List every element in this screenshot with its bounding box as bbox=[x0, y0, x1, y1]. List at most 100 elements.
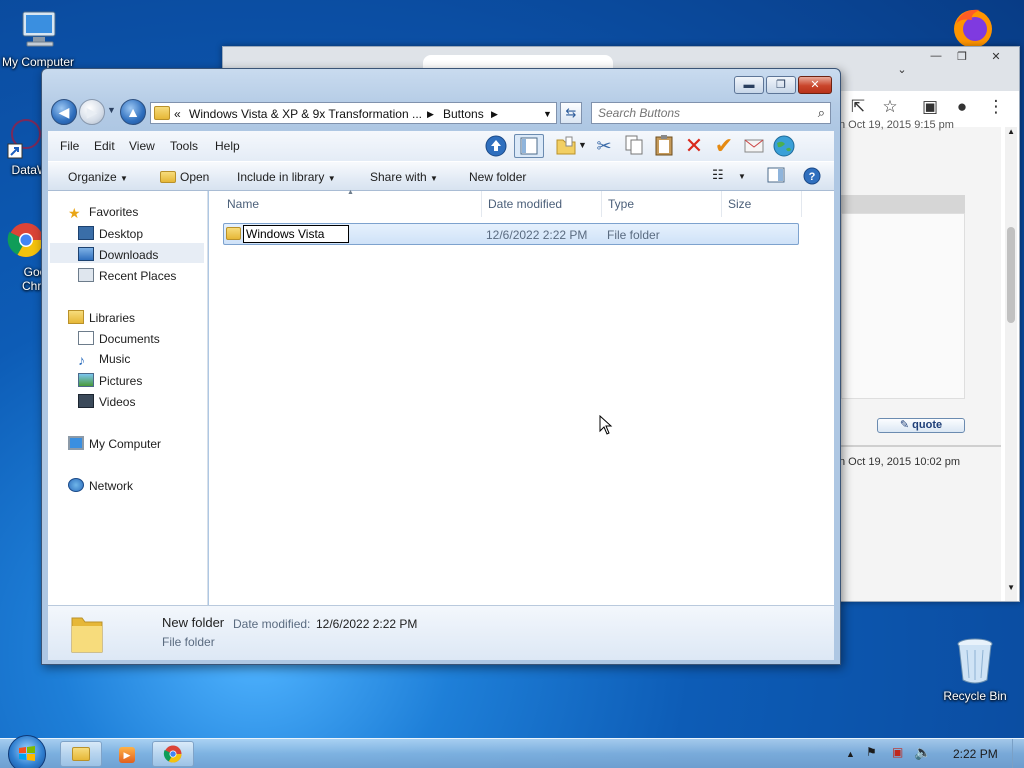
quote-button[interactable]: ✎ quote bbox=[877, 418, 965, 433]
nav-label: Downloads bbox=[99, 248, 159, 262]
menu-help[interactable]: Help bbox=[215, 139, 240, 153]
show-desktop-button[interactable] bbox=[1012, 739, 1024, 768]
menu-file[interactable]: File bbox=[60, 139, 79, 153]
explorer-window[interactable]: ▬ ❐ ✕ ◀ ▶ ▼ ▲ « Windows Vista & XP & 9x … bbox=[41, 68, 841, 665]
copy-icon[interactable] bbox=[622, 134, 646, 158]
include-in-library-button[interactable]: Include in library ▼ bbox=[237, 170, 336, 184]
search-input[interactable] bbox=[592, 103, 802, 123]
breadcrumb-item[interactable]: Windows Vista & XP & 9x Transformation .… bbox=[189, 107, 422, 121]
breadcrumb-separator-icon[interactable]: ▶ bbox=[427, 109, 434, 120]
taskbar-explorer-button[interactable] bbox=[60, 741, 102, 767]
rename-input[interactable] bbox=[243, 225, 349, 243]
breadcrumb-item[interactable]: Buttons bbox=[443, 107, 484, 121]
delete-icon[interactable]: ✕ bbox=[682, 134, 706, 158]
share-icon[interactable]: ⇱ bbox=[847, 97, 869, 117]
browser-minimize-button[interactable]: — bbox=[925, 50, 947, 64]
chevron-down-icon: ▼ bbox=[430, 174, 438, 183]
back-arrow-icon: ◀ bbox=[58, 104, 70, 120]
media-player-icon: ▶ bbox=[119, 747, 135, 763]
forum-post-body bbox=[841, 213, 965, 399]
properties-icon[interactable]: ✔ bbox=[712, 134, 736, 158]
back-button[interactable]: ◀ bbox=[51, 99, 77, 125]
file-list[interactable]: ▲ Name Date modified Type Size 12/6/2022… bbox=[209, 189, 834, 605]
preview-pane-toggle-icon[interactable] bbox=[767, 167, 785, 186]
browser-scrollbar[interactable] bbox=[1005, 127, 1017, 601]
close-button[interactable]: ✕ bbox=[798, 76, 832, 94]
start-button[interactable] bbox=[8, 735, 46, 768]
nav-libraries[interactable]: Libraries bbox=[68, 310, 135, 325]
nav-recent-places[interactable]: Recent Places bbox=[78, 268, 176, 283]
cut-icon[interactable]: ✂ bbox=[592, 134, 616, 158]
breadcrumb-separator-icon[interactable]: ▶ bbox=[491, 109, 498, 120]
nav-my-computer[interactable]: My Computer bbox=[68, 436, 161, 451]
nav-pictures[interactable]: Pictures bbox=[78, 373, 142, 388]
help-icon[interactable]: ? bbox=[803, 167, 821, 188]
up-arrow-icon: ▲ bbox=[126, 104, 140, 120]
nav-downloads[interactable]: Downloads bbox=[78, 247, 158, 262]
pictures-icon bbox=[78, 373, 94, 387]
volume-icon[interactable]: 🔈 bbox=[914, 744, 931, 761]
organize-button[interactable]: Organize ▼ bbox=[68, 170, 128, 184]
column-header-date-modified[interactable]: Date modified bbox=[482, 191, 602, 217]
change-view-dropdown-icon[interactable]: ▼ bbox=[738, 172, 746, 181]
address-bar[interactable]: « Windows Vista & XP & 9x Transformation… bbox=[150, 102, 557, 124]
scroll-up-arrow-icon[interactable]: ▲ bbox=[1007, 127, 1015, 136]
nav-documents[interactable]: Documents bbox=[78, 331, 160, 346]
network-globe-icon[interactable] bbox=[772, 134, 796, 158]
taskbar-media-player-button[interactable]: ▶ bbox=[106, 741, 148, 767]
new-folder-button[interactable]: New folder bbox=[469, 170, 526, 184]
address-dropdown-icon[interactable]: ▼ bbox=[543, 109, 552, 119]
paste-icon[interactable] bbox=[652, 134, 676, 158]
email-icon[interactable] bbox=[742, 134, 766, 158]
taskbar: ▶ ▲ ⚑ ▣ 🔈 2:22 PM bbox=[0, 735, 1024, 768]
clock-time[interactable]: 2:22 PM bbox=[953, 747, 998, 761]
forward-button[interactable]: ▶ bbox=[79, 99, 105, 125]
recent-pages-dropdown[interactable]: ▼ bbox=[107, 105, 116, 115]
change-view-icon[interactable]: ☷ bbox=[712, 167, 724, 183]
nav-music[interactable]: ♪ Music bbox=[78, 352, 130, 367]
column-header-size[interactable]: Size bbox=[722, 191, 802, 217]
up-button[interactable]: ▲ bbox=[120, 99, 146, 125]
folder-options-icon[interactable] bbox=[554, 134, 578, 158]
column-header-type[interactable]: Type bbox=[602, 191, 722, 217]
minimize-button[interactable]: ▬ bbox=[734, 76, 764, 94]
breadcrumb-overflow[interactable]: « bbox=[174, 107, 181, 121]
share-with-button[interactable]: Share with ▼ bbox=[370, 170, 438, 184]
star-icon: ★ bbox=[68, 205, 81, 221]
menu-edit[interactable]: Edit bbox=[94, 139, 115, 153]
browser-tab-search-icon[interactable]: ⌄ bbox=[891, 63, 913, 77]
file-row[interactable]: 12/6/2022 2:22 PM File folder bbox=[223, 223, 799, 245]
search-box[interactable]: ⌕ bbox=[591, 102, 831, 124]
browser-maximize-button[interactable]: ❐ bbox=[951, 50, 973, 64]
search-icon[interactable]: ⌕ bbox=[818, 105, 825, 121]
maximize-button[interactable]: ❐ bbox=[766, 76, 796, 94]
nav-videos[interactable]: Videos bbox=[78, 394, 135, 409]
computer-icon bbox=[68, 436, 84, 450]
show-hidden-icons-button[interactable]: ▲ bbox=[846, 749, 855, 759]
nav-desktop[interactable]: Desktop bbox=[78, 226, 143, 241]
desktop-icon-my-computer[interactable]: My Computer bbox=[0, 8, 76, 69]
menu-dots-icon[interactable]: ⋮ bbox=[985, 97, 1007, 117]
browser-scrollbar-thumb[interactable] bbox=[1007, 227, 1015, 323]
preview-pane-icon[interactable] bbox=[514, 134, 544, 158]
taskbar-chrome-button[interactable] bbox=[152, 741, 194, 767]
network-disconnected-icon[interactable]: ▣ bbox=[892, 745, 903, 759]
browser-close-button[interactable]: ✕ bbox=[985, 50, 1007, 64]
side-panel-icon[interactable]: ▣ bbox=[919, 97, 941, 117]
scroll-down-arrow-icon[interactable]: ▼ bbox=[1007, 583, 1015, 592]
menu-view[interactable]: View bbox=[129, 139, 155, 153]
desktop-icon-recycle-bin[interactable]: Recycle Bin bbox=[937, 636, 1013, 703]
profile-icon[interactable]: ● bbox=[951, 97, 973, 117]
menu-tools[interactable]: Tools bbox=[170, 139, 198, 153]
up-one-level-icon[interactable] bbox=[484, 134, 508, 158]
nav-favorites[interactable]: ★ Favorites bbox=[68, 205, 138, 220]
action-center-icon[interactable]: ⚑ bbox=[866, 745, 877, 759]
folder-options-dropdown-icon[interactable]: ▼ bbox=[578, 140, 587, 150]
nav-network[interactable]: Network bbox=[68, 478, 133, 493]
firefox-icon[interactable] bbox=[950, 4, 996, 50]
open-button[interactable]: Open bbox=[160, 170, 209, 184]
refresh-button[interactable]: ⇆ bbox=[560, 102, 582, 124]
column-header-name[interactable]: Name bbox=[221, 191, 482, 217]
details-type: File folder bbox=[162, 635, 215, 649]
bookmark-star-icon[interactable]: ☆ bbox=[879, 97, 901, 117]
